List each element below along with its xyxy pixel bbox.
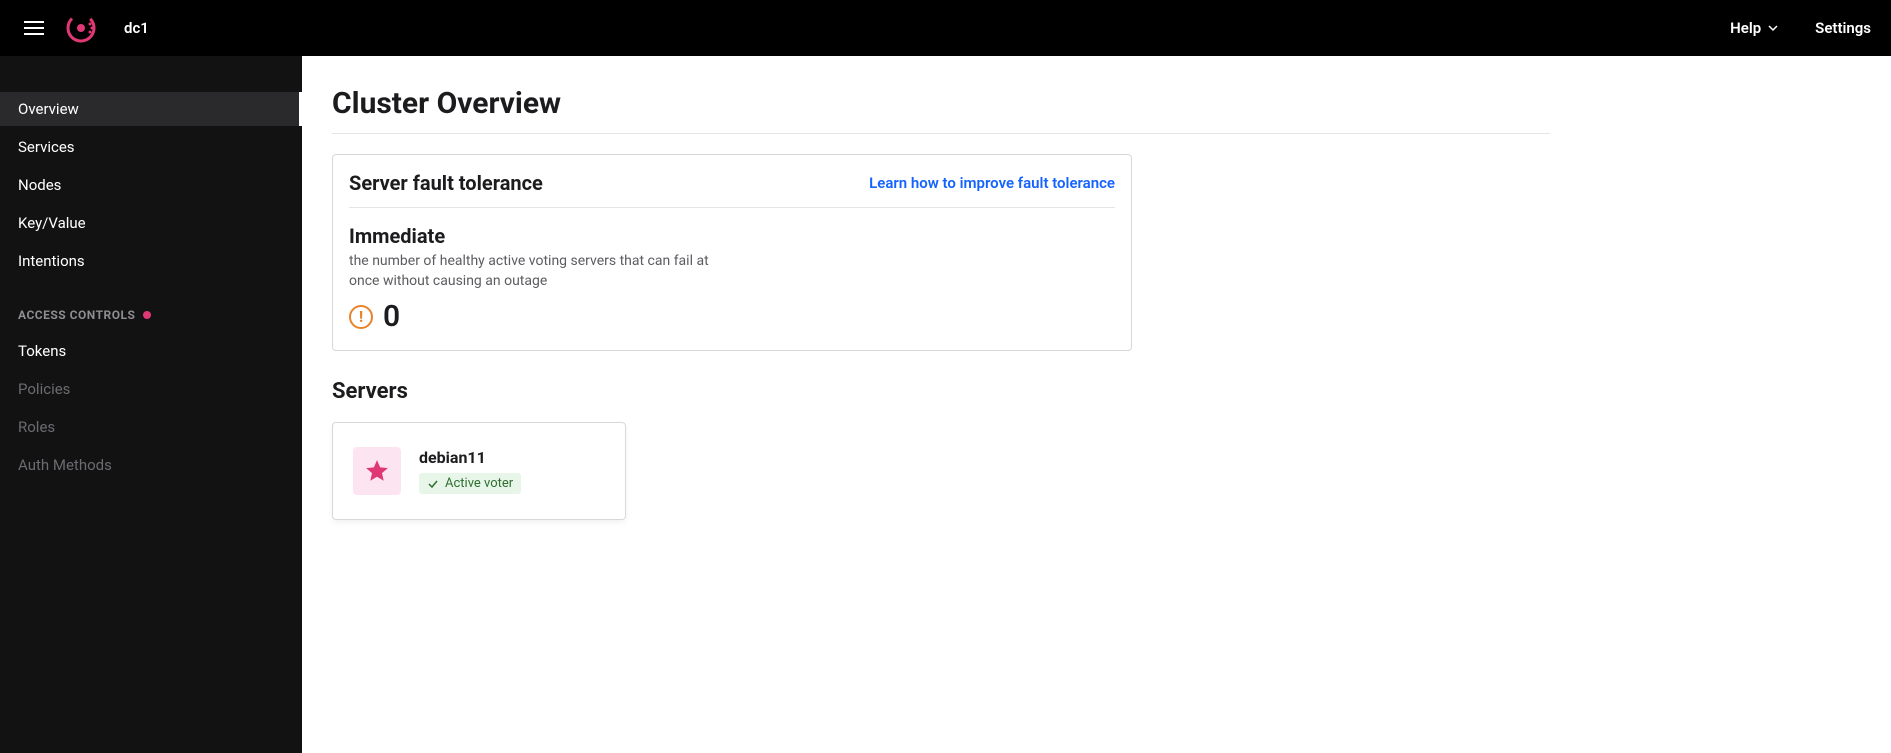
sidebar-section-access-controls: ACCESS CONTROLS	[0, 300, 302, 330]
sidebar-item-tokens[interactable]: Tokens	[0, 334, 302, 368]
servers-section-title: Servers	[332, 379, 1861, 404]
sidebar-item-overview[interactable]: Overview	[0, 92, 302, 126]
sidebar-item-keyvalue[interactable]: Key/Value	[0, 206, 302, 240]
chevron-down-icon	[1767, 22, 1779, 34]
sidebar: Overview Services Nodes Key/Value Intent…	[0, 56, 302, 753]
consul-logo-icon	[66, 13, 96, 43]
fault-tolerance-title: Server fault tolerance	[349, 171, 543, 195]
sidebar-item-policies[interactable]: Policies	[0, 372, 302, 406]
status-dot-icon	[143, 311, 151, 319]
learn-fault-tolerance-link[interactable]: Learn how to improve fault tolerance	[869, 174, 1115, 192]
server-card[interactable]: debian11 Active voter	[332, 422, 626, 520]
star-icon	[364, 458, 390, 484]
server-leader-icon-box	[353, 447, 401, 495]
metric-value-row: ! 0	[349, 299, 1115, 334]
metric-description: the number of healthy active voting serv…	[349, 252, 709, 291]
datacenter-label[interactable]: dc1	[124, 19, 149, 37]
alert-icon: !	[349, 305, 373, 329]
metric-title: Immediate	[349, 224, 1115, 248]
access-controls-label: ACCESS CONTROLS	[18, 308, 135, 322]
sidebar-item-auth-methods[interactable]: Auth Methods	[0, 448, 302, 482]
server-name: debian11	[419, 448, 521, 467]
help-dropdown[interactable]: Help	[1730, 19, 1779, 37]
server-info: debian11 Active voter	[419, 448, 521, 494]
sidebar-item-nodes[interactable]: Nodes	[0, 168, 302, 202]
server-status-text: Active voter	[445, 476, 513, 491]
topbar: dc1 Help Settings	[0, 0, 1891, 56]
sidebar-item-services[interactable]: Services	[0, 130, 302, 164]
sidebar-item-roles[interactable]: Roles	[0, 410, 302, 444]
page-title: Cluster Overview	[332, 86, 1861, 121]
menu-toggle-button[interactable]	[20, 17, 48, 39]
help-label: Help	[1730, 19, 1761, 37]
layout: Overview Services Nodes Key/Value Intent…	[0, 56, 1891, 753]
check-icon	[427, 478, 439, 490]
topbar-right: Help Settings	[1730, 19, 1871, 37]
title-divider	[332, 133, 1550, 134]
server-status-badge: Active voter	[419, 473, 521, 494]
settings-link[interactable]: Settings	[1815, 19, 1871, 37]
metric-value: 0	[383, 299, 400, 334]
sidebar-item-intentions[interactable]: Intentions	[0, 244, 302, 278]
fault-tolerance-card: Server fault tolerance Learn how to impr…	[332, 154, 1132, 351]
main-content: Cluster Overview Server fault tolerance …	[302, 56, 1891, 753]
card-header: Server fault tolerance Learn how to impr…	[349, 171, 1115, 208]
topbar-left: dc1	[20, 13, 149, 43]
